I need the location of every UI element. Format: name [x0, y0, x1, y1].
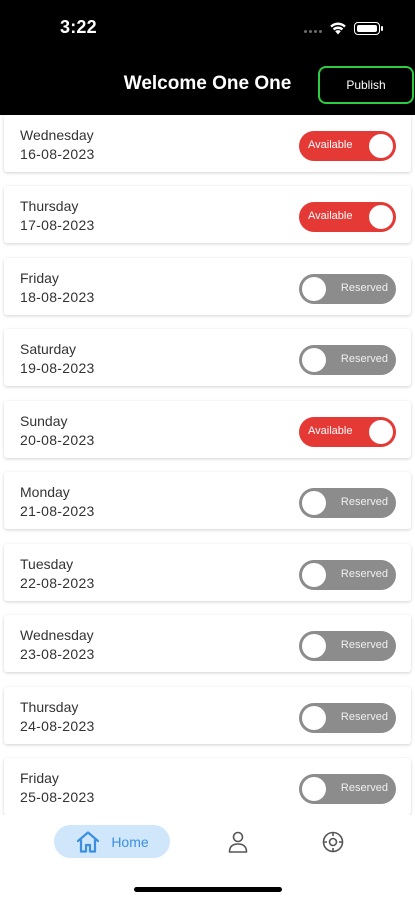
list-item: Friday 18-08-2023 Reserved — [4, 258, 411, 315]
tab-settings[interactable] — [320, 829, 346, 855]
list-item: Thursday 24-08-2023 Reserved — [4, 687, 411, 744]
toggle-knob — [302, 634, 326, 658]
toggle-status-label: Reserved — [340, 353, 388, 365]
cellular-signal-icon — [304, 23, 322, 33]
day-name: Friday — [20, 270, 59, 286]
toggle-status-label: Reserved — [340, 639, 388, 651]
day-name: Tuesday — [20, 556, 74, 572]
day-date: 19-08-2023 — [20, 360, 95, 376]
tab-home[interactable]: Home — [54, 825, 170, 858]
home-icon — [77, 830, 100, 853]
toggle-knob — [302, 563, 326, 587]
day-name: Monday — [20, 484, 70, 500]
tab-profile[interactable] — [225, 829, 251, 855]
home-indicator — [134, 887, 282, 892]
toggle-knob — [302, 777, 326, 801]
toggle-knob — [302, 706, 326, 730]
day-date: 21-08-2023 — [20, 503, 95, 519]
list-item: Friday 25-08-2023 Reserved — [4, 758, 411, 815]
toggle-status-label: Reserved — [340, 496, 388, 508]
list-item: Monday 21-08-2023 Reserved — [4, 472, 411, 529]
availability-list[interactable]: Wednesday 16-08-2023 Available Thursday 17-0… — [0, 115, 415, 815]
toggle-knob — [369, 205, 393, 229]
availability-toggle[interactable]: Reserved — [299, 488, 396, 518]
availability-toggle[interactable]: Reserved — [299, 703, 396, 733]
publish-button[interactable]: Publish — [318, 66, 414, 104]
settings-gear-icon — [322, 831, 344, 853]
toggle-knob — [369, 420, 393, 444]
battery-icon — [354, 21, 383, 35]
tab-home-label: Home — [111, 833, 149, 850]
availability-toggle[interactable]: Available — [299, 131, 396, 161]
list-item: Tuesday 22-08-2023 Reserved — [4, 544, 411, 601]
toggle-status-label: Available — [308, 139, 353, 151]
list-item: Wednesday 23-08-2023 Reserved — [4, 615, 411, 672]
status-time: 3:22 — [60, 17, 97, 37]
list-item: Sunday 20-08-2023 Available — [4, 401, 411, 458]
day-name: Thursday — [20, 198, 79, 214]
day-date: 24-08-2023 — [20, 718, 95, 734]
availability-toggle[interactable]: Reserved — [299, 774, 396, 804]
bottom-tab-bar: Home — [0, 815, 415, 900]
day-date: 18-08-2023 — [20, 289, 95, 305]
availability-toggle[interactable]: Available — [299, 417, 396, 447]
day-date: 23-08-2023 — [20, 646, 95, 662]
status-icons — [304, 20, 383, 36]
toggle-knob — [302, 277, 326, 301]
toggle-status-label: Reserved — [340, 282, 388, 294]
day-date: 25-08-2023 — [20, 789, 95, 805]
toggle-status-label: Available — [308, 425, 353, 437]
toggle-knob — [302, 348, 326, 372]
day-name: Sunday — [20, 413, 68, 429]
day-name: Wednesday — [20, 627, 94, 643]
person-icon — [228, 831, 248, 853]
day-date: 17-08-2023 — [20, 217, 95, 233]
day-name: Saturday — [20, 341, 77, 357]
toggle-status-label: Reserved — [340, 568, 388, 580]
day-name: Thursday — [20, 699, 79, 715]
wifi-icon — [330, 22, 346, 35]
list-item: Wednesday 16-08-2023 Available — [4, 115, 411, 172]
toggle-status-label: Reserved — [340, 782, 388, 794]
app-header: 3:22 Welcome One One Publish — [0, 0, 415, 115]
day-date: 16-08-2023 — [20, 146, 95, 162]
day-name: Wednesday — [20, 127, 94, 143]
toggle-status-label: Available — [308, 210, 353, 222]
availability-toggle[interactable]: Reserved — [299, 345, 396, 375]
day-date: 22-08-2023 — [20, 575, 95, 591]
list-item: Saturday 19-08-2023 Reserved — [4, 329, 411, 386]
availability-toggle[interactable]: Reserved — [299, 560, 396, 590]
day-date: 20-08-2023 — [20, 432, 95, 448]
availability-toggle[interactable]: Reserved — [299, 274, 396, 304]
availability-toggle[interactable]: Available — [299, 202, 396, 232]
toggle-status-label: Reserved — [340, 711, 388, 723]
toggle-knob — [369, 134, 393, 158]
availability-toggle[interactable]: Reserved — [299, 631, 396, 661]
list-item: Thursday 17-08-2023 Available — [4, 186, 411, 243]
day-name: Friday — [20, 770, 59, 786]
toggle-knob — [302, 491, 326, 515]
